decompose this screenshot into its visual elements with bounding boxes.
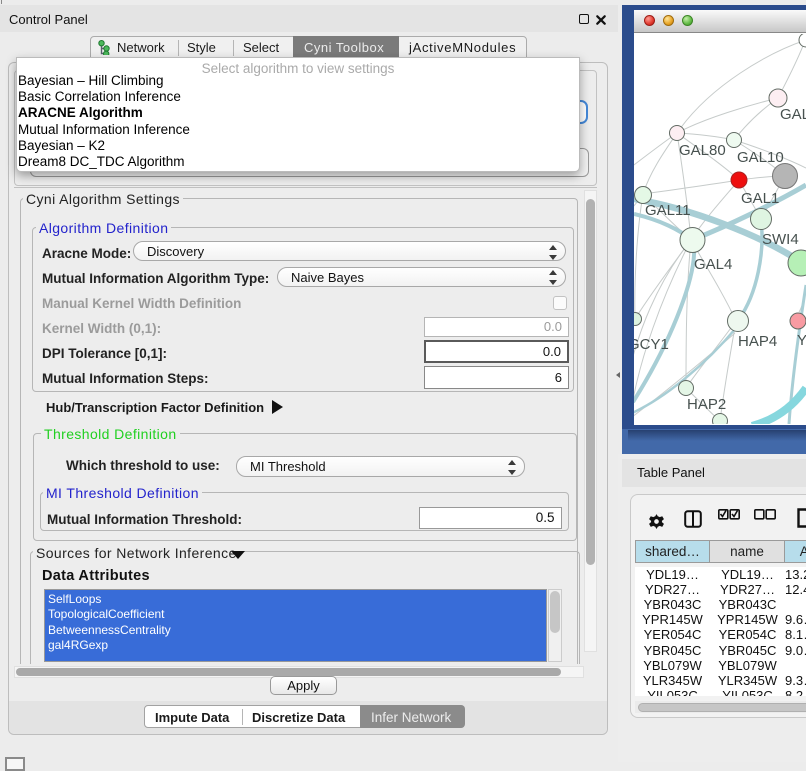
svg-text:GAL11: GAL11	[645, 202, 691, 219]
svg-text:YD: YD	[797, 332, 806, 349]
svg-text:HAP2: HAP2	[687, 396, 726, 413]
svg-text:GAL4: GAL4	[694, 256, 732, 273]
svg-text:GAL1: GAL1	[741, 190, 779, 207]
svg-text:GAL10: GAL10	[737, 149, 784, 166]
svg-text:GCY1: GCY1	[634, 336, 669, 353]
svg-text:SWI4: SWI4	[762, 231, 799, 248]
svg-text:HAP4: HAP4	[738, 333, 777, 350]
svg-text:GAL80: GAL80	[679, 142, 726, 159]
svg-text:GAL2: GAL2	[780, 106, 806, 123]
